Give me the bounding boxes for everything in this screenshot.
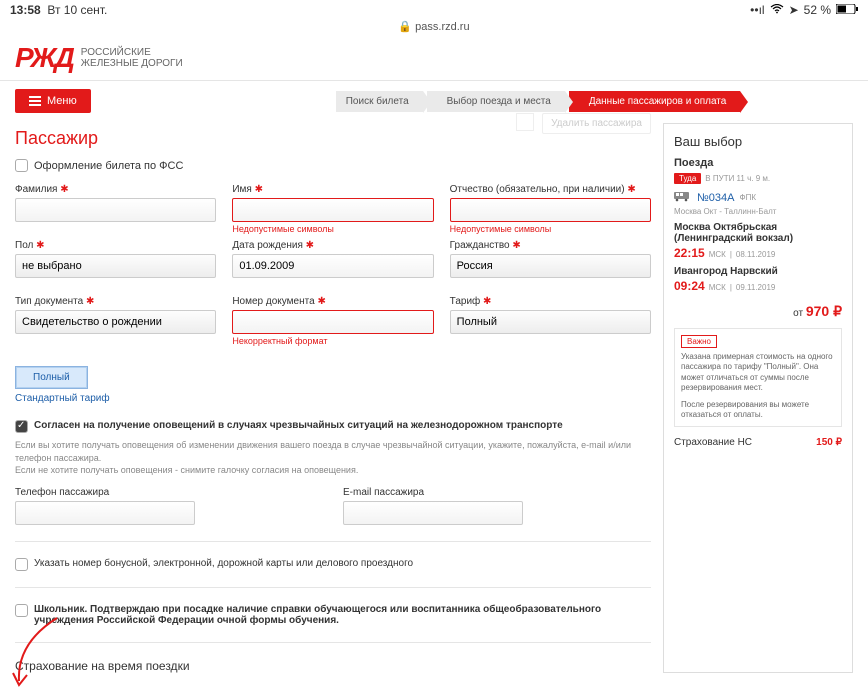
dob-input[interactable] (232, 254, 433, 278)
firstname-error: Недопустимые символы (232, 224, 433, 236)
sex-label: Пол ✱ (15, 240, 216, 251)
tab-full-tariff[interactable]: Полный (16, 367, 87, 388)
tariff-tabs: Полный (15, 366, 88, 389)
citizenship-label: Гражданство ✱ (450, 240, 651, 251)
route-text: Москва Окт - Таллинн-Балт (674, 207, 842, 216)
logo-mark: РЖД (15, 42, 73, 74)
phone-label: Телефон пассажира (15, 487, 323, 498)
battery-icon (836, 3, 858, 17)
docnum-input[interactable] (232, 310, 433, 334)
status-time: 13:58 (10, 3, 41, 17)
departure-date: 08.11.2019 (736, 250, 775, 259)
page-title: Пассажир (15, 128, 98, 149)
step-train[interactable]: Выбор поезда и места (427, 91, 565, 112)
insurance-label: Страхование НС (674, 437, 752, 448)
warning-box: Важно Указана примерная стоимость на одн… (674, 328, 842, 427)
url-bar[interactable]: 🔒 pass.rzd.ru (0, 20, 868, 36)
annotation-arrow-icon (7, 613, 67, 693)
docnum-error: Некорректный формат (232, 336, 433, 348)
remove-passenger-button[interactable]: Удалить пассажира (542, 113, 651, 134)
patronymic-input[interactable] (450, 198, 651, 222)
consent-checkbox[interactable] (15, 420, 28, 433)
docnum-label: Номер документа ✱ (232, 296, 433, 307)
sidebar-title: Ваш выбор (674, 134, 842, 149)
price-value: 970 ₽ (806, 303, 842, 319)
departure-time: 22:15 (674, 246, 705, 260)
citizenship-select[interactable]: Россия (450, 254, 651, 278)
bonus-label: Указать номер бонусной, электронной, дор… (34, 558, 413, 569)
arrival-time: 09:24 (674, 279, 705, 293)
signal-icon: ••ıl (750, 3, 764, 17)
arrival-station: Ивангород Нарвский (674, 266, 842, 277)
doctype-select[interactable]: Свидетельство о рождении (15, 310, 216, 334)
patronymic-error: Недопустимые символы (450, 224, 651, 236)
menu-button[interactable]: Меню (15, 89, 91, 113)
insurance-trip-heading: Страхование на время поездки (15, 659, 651, 673)
train-icon (674, 190, 692, 205)
tariff-label: Тариф ✱ (450, 296, 651, 307)
email-label: E-mail пассажира (343, 487, 651, 498)
location-icon: ➤ (789, 3, 799, 17)
sex-select[interactable]: не выбрано (15, 254, 216, 278)
site-header: РЖД Российские железные дороги (0, 36, 868, 81)
arrival-date: 09.11.2019 (736, 283, 775, 292)
lastname-input[interactable] (15, 198, 216, 222)
remove-passenger-icon[interactable] (516, 113, 534, 131)
departure-station: Москва Октябрьская (Ленинградский вокзал… (674, 222, 842, 244)
logo[interactable]: РЖД Российские железные дороги (15, 42, 183, 74)
tariff-select[interactable]: Полный (450, 310, 651, 334)
school-label: Школьник. Подтверждаю при посадке наличи… (34, 604, 651, 626)
firstname-input[interactable] (232, 198, 433, 222)
sidebar-sub: Поезда (674, 157, 842, 169)
doctype-label: Тип документа ✱ (15, 296, 216, 307)
train-company: ФПК (740, 193, 757, 202)
travel-time: В ПУТИ 11 ч. 9 м. (705, 174, 770, 183)
battery-pct: 52 % (804, 3, 831, 17)
step-search[interactable]: Поиск билета (336, 91, 423, 112)
fss-label: Оформление билета по ФСС (34, 160, 183, 172)
progress-steps: Поиск билета Выбор поезда и места Данные… (336, 91, 745, 112)
warning-text: Указана примерная стоимость на одного па… (681, 352, 835, 394)
wifi-icon (770, 3, 784, 17)
patronymic-label: Отчество (обязательно, при наличии) ✱ (450, 184, 651, 195)
dob-label: Дата рождения ✱ (232, 240, 433, 251)
step-passengers: Данные пассажиров и оплата (569, 91, 740, 112)
warning-badge: Важно (681, 335, 717, 348)
hamburger-icon (29, 96, 41, 106)
reserve-text: После резервирования вы можете отказатьс… (681, 400, 835, 421)
logo-text: Российские железные дороги (81, 47, 183, 69)
insurance-price: 150 ₽ (816, 437, 842, 448)
train-number-link[interactable]: №034А (697, 192, 735, 204)
fss-checkbox[interactable] (15, 159, 28, 172)
consent-note: Если вы хотите получать оповещения об из… (15, 439, 651, 477)
direction-badge: Туда (674, 173, 701, 184)
phone-input[interactable] (15, 501, 195, 525)
status-date: Вт 10 сент. (47, 3, 107, 17)
firstname-label: Имя ✱ (232, 184, 433, 195)
bonus-checkbox[interactable] (15, 558, 28, 571)
consent-label: Согласен на получение оповещений в случа… (34, 420, 563, 431)
email-input[interactable] (343, 501, 523, 525)
standard-tariff-link[interactable]: Стандартный тариф (15, 393, 651, 404)
summary-sidebar: Ваш выбор Поезда Туда В ПУТИ 11 ч. 9 м. №… (663, 123, 853, 673)
lastname-label: Фамилия ✱ (15, 184, 216, 195)
device-statusbar: 13:58 Вт 10 сент. ••ıl ➤ 52 % (0, 0, 868, 20)
